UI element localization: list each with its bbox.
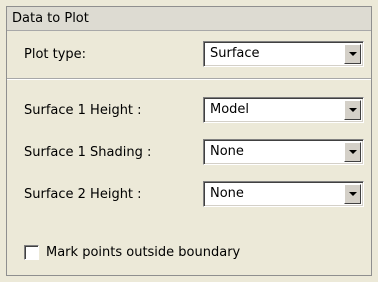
- chevron-down-icon: [349, 192, 357, 196]
- mark-points-checkbox[interactable]: [24, 245, 39, 260]
- surface2-height-dropdown-button[interactable]: [344, 184, 361, 204]
- mark-points-label[interactable]: Mark points outside boundary: [46, 245, 240, 260]
- surface2-height-value: None: [210, 186, 244, 201]
- plot-type-label: Plot type:: [24, 47, 87, 62]
- surface2-height-label: Surface 2 Height :: [24, 187, 142, 202]
- chevron-down-icon: [349, 150, 357, 154]
- plot-type-dropdown-button[interactable]: [344, 44, 361, 64]
- surface1-height-dropdown[interactable]: Model: [203, 97, 364, 123]
- surface1-shading-label: Surface 1 Shading :: [24, 145, 152, 160]
- surface1-height-value: Model: [210, 102, 250, 117]
- plot-type-dropdown[interactable]: Surface: [203, 41, 364, 67]
- surface1-shading-dropdown[interactable]: None: [203, 139, 364, 165]
- panel-title: Data to Plot: [12, 11, 89, 26]
- surface1-shading-value: None: [210, 144, 244, 159]
- plot-type-value: Surface: [210, 46, 260, 61]
- panel-header: Data to Plot: [7, 7, 371, 31]
- surface2-height-dropdown[interactable]: None: [203, 181, 364, 207]
- chevron-down-icon: [349, 52, 357, 56]
- surface1-height-label: Surface 1 Height :: [24, 103, 142, 118]
- chevron-down-icon: [349, 108, 357, 112]
- surface1-height-dropdown-button[interactable]: [344, 100, 361, 120]
- surface1-shading-dropdown-button[interactable]: [344, 142, 361, 162]
- data-to-plot-panel: Data to Plot Plot type: Surface Surface …: [6, 6, 372, 276]
- section-divider: [7, 78, 371, 80]
